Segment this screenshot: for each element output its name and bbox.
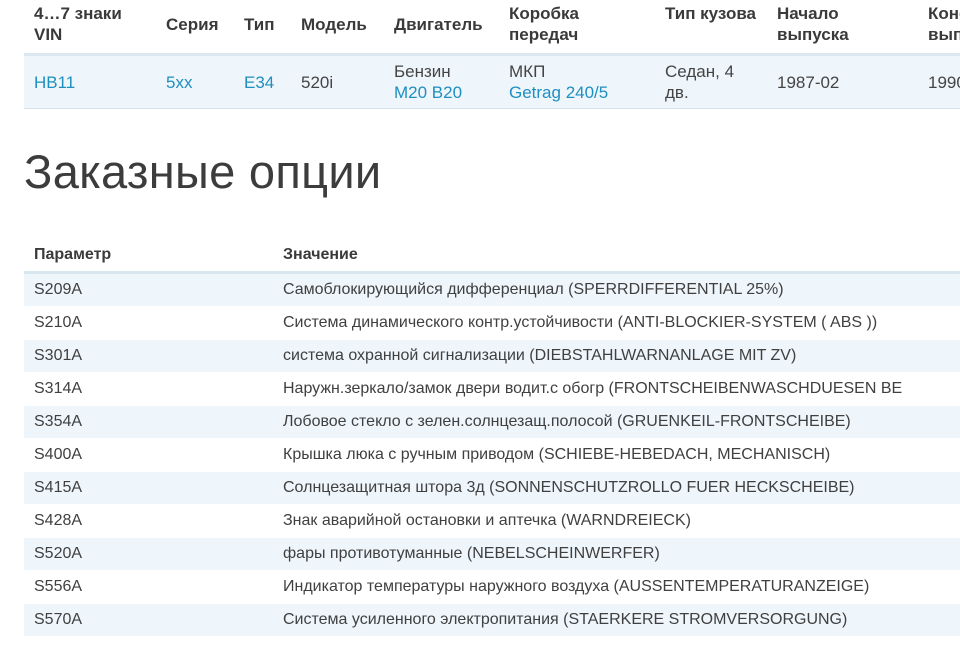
col-header-start: Начало выпуска [767,0,918,56]
option-code: S314A [24,372,273,406]
option-code: S570A [24,603,273,637]
col-header-value: Значение [273,239,960,274]
option-code: S428A [24,504,273,538]
option-row: S210A Система динамического контр.устойч… [24,306,960,340]
option-row: S556A Индикатор температуры наружного во… [24,570,960,604]
option-value: Знак аварийной остановки и аптечка (WARN… [273,504,960,538]
vin-cell[interactable]: HB11 [24,54,156,109]
col-header-engine: Двигатель [384,0,499,56]
options-table: Параметр Значение S209A Самоблокирующийс… [24,239,960,637]
page: 4…7 знаки VIN Серия Тип Модель Двигатель… [0,0,960,663]
end-cell: 1990 [918,54,960,109]
option-row: S314A Наружн.зеркало/замок двери водит.с… [24,372,960,406]
option-value: Система усиленного электропитания (STAER… [273,603,960,637]
option-row: S520A фары противотуманные (NEBELSCHEINW… [24,537,960,571]
option-code: S520A [24,537,273,571]
option-row: S570A Система усиленного электропитания … [24,603,960,637]
option-value: Самоблокирующийся дифференциал (SPERRDIF… [273,272,960,307]
option-code: S354A [24,405,273,439]
option-value: фары противотуманные (NEBELSCHEINWERFER) [273,537,960,571]
option-code: S210A [24,306,273,340]
gearbox-cell: МКП Getrag 240/5 [499,54,655,109]
col-header-param: Параметр [24,239,273,274]
option-code: S556A [24,570,273,604]
option-row: S415A Солнцезащитная штора 3д (SONNENSCH… [24,471,960,505]
option-code: S415A [24,471,273,505]
gearbox-model-link[interactable]: Getrag 240/5 [509,82,645,103]
option-value: Солнцезащитная штора 3д (SONNENSCHUTZROL… [273,471,960,505]
col-header-series-label: Серия [166,14,219,34]
option-row: S209A Самоблокирующийся дифференциал (SP… [24,272,960,307]
option-code: S209A [24,272,273,307]
model-cell: 520i [291,54,384,109]
col-header-end: Конец выпуска [918,0,960,56]
vin-link[interactable]: HB11 [34,73,75,92]
type-cell[interactable]: E34 [234,54,291,109]
option-row: S354A Лобовое стекло с зелен.солнцезащ.п… [24,405,960,439]
start-cell: 1987-02 [767,54,918,109]
engine-fuel: Бензин [394,62,451,81]
col-header-vin: 4…7 знаки VIN [24,0,156,56]
option-value: Наружн.зеркало/замок двери водит.с обогр… [273,372,960,406]
series-link[interactable]: 5xx [166,73,192,92]
col-header-model-label: Модель [301,14,367,34]
col-header-type-label: Тип [244,14,275,34]
engine-code-link[interactable]: M20 B20 [394,82,489,103]
option-row: S301A система охранной сигнализации (DIE… [24,339,960,373]
engine-cell: Бензин M20 B20 [384,54,499,109]
option-value: Лобовое стекло с зелен.солнцезащ.полосой… [273,405,960,439]
option-row: S400A Крышка люка с ручным приводом (SCH… [24,438,960,472]
option-code: S301A [24,339,273,373]
col-header-series: Серия [156,0,234,56]
section-title: Заказные опции [24,145,382,198]
body-cell: Седан, 4 дв. [655,54,767,109]
option-value: Крышка люка с ручным приводом (SCHIEBE-H… [273,438,960,472]
option-value: Система динамического контр.устойчивости… [273,306,960,340]
col-header-type: Тип [234,0,291,56]
type-link[interactable]: E34 [244,73,274,92]
vehicle-table: 4…7 знаки VIN Серия Тип Модель Двигатель… [24,0,960,109]
col-header-gearbox: Коробка передач [499,0,655,56]
vehicle-row: HB11 5xx E34 520i Бензин M20 B20 МКП Get… [24,54,960,109]
option-value: Индикатор температуры наружного воздуха … [273,570,960,604]
col-header-engine-label: Двигатель [394,14,483,34]
col-header-body: Тип кузова [655,0,767,56]
option-code: S400A [24,438,273,472]
option-value: система охранной сигнализации (DIEBSTAHL… [273,339,960,373]
col-header-model: Модель [291,0,384,56]
gearbox-kind: МКП [509,62,546,81]
series-cell[interactable]: 5xx [156,54,234,109]
option-row: S428A Знак аварийной остановки и аптечка… [24,504,960,538]
